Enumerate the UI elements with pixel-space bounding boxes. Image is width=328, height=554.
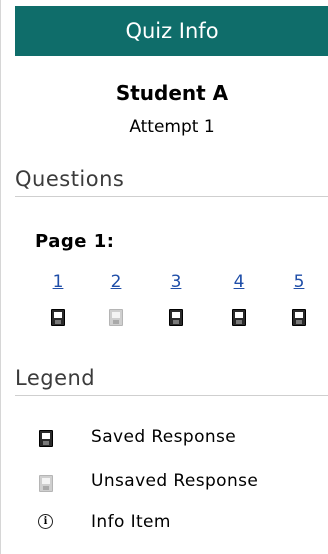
saved-floppy-icon[interactable] <box>292 309 306 326</box>
legend-info-label: Info Item <box>91 512 171 532</box>
info-icon: i <box>38 514 53 529</box>
panel-title: Quiz Info <box>125 19 219 43</box>
unsaved-floppy-icon <box>39 475 53 492</box>
legend-saved-label: Saved Response <box>91 427 237 447</box>
saved-floppy-icon[interactable] <box>232 309 246 326</box>
questions-divider <box>15 196 328 197</box>
question-link-1[interactable]: 1 <box>50 272 66 292</box>
panel-header: Quiz Info <box>15 6 328 56</box>
legend-heading: Legend <box>15 366 96 390</box>
saved-floppy-icon[interactable] <box>169 309 183 326</box>
page-label: Page 1: <box>35 231 115 252</box>
unsaved-floppy-icon[interactable] <box>109 309 123 326</box>
question-link-3[interactable]: 3 <box>168 272 184 292</box>
question-link-2[interactable]: 2 <box>108 272 124 292</box>
questions-heading: Questions <box>15 167 125 191</box>
question-link-5[interactable]: 5 <box>291 272 307 292</box>
quiz-info-panel: Quiz Info Student A Attempt 1 Questions … <box>0 0 328 554</box>
saved-floppy-icon[interactable] <box>51 309 65 326</box>
student-name: Student A <box>115 81 229 105</box>
saved-floppy-icon <box>39 430 53 447</box>
legend-unsaved-label: Unsaved Response <box>91 471 259 491</box>
legend-divider <box>15 395 328 396</box>
question-link-4[interactable]: 4 <box>231 272 247 292</box>
attempt-label: Attempt 1 <box>129 117 215 137</box>
